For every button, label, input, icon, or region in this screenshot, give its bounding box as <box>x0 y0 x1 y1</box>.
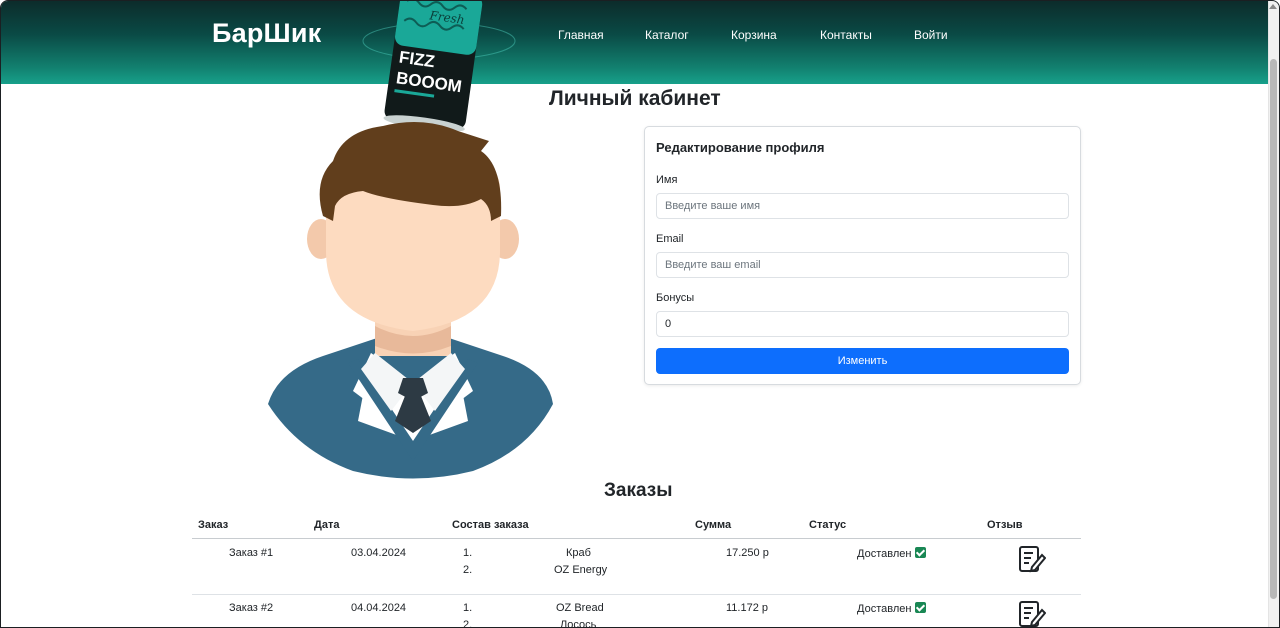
nav-item-catalog[interactable]: Каталог <box>645 28 689 42</box>
order-number: Заказ #1 <box>229 547 274 559</box>
site-header: БарШик Главная Каталог Корзина Контакты … <box>1 1 1279 84</box>
scroll-thumb[interactable] <box>1270 59 1277 599</box>
order-item: OZ Bread <box>556 602 604 614</box>
user-avatar <box>263 121 563 481</box>
order-item: OZ Energy <box>554 564 608 576</box>
order-sum: 17.250 р <box>726 547 769 559</box>
bonus-label: Бонусы <box>656 292 695 304</box>
check-square-icon <box>915 602 927 613</box>
nav-item-login[interactable]: Войти <box>914 28 948 42</box>
order-item: Лосось <box>560 619 597 628</box>
page-title: Личный кабинет <box>549 87 721 110</box>
item-number: 1. <box>463 547 473 559</box>
name-input[interactable] <box>656 193 1069 219</box>
bonus-input[interactable] <box>656 311 1069 337</box>
nav-item-home[interactable]: Главная <box>558 28 604 42</box>
name-label: Имя <box>656 174 678 186</box>
orders-title: Заказы <box>604 480 673 501</box>
column-header-date: Дата <box>314 519 340 531</box>
edit-document-icon[interactable] <box>1018 600 1047 627</box>
item-number: 2. <box>463 619 473 628</box>
scroll-up-arrow-icon[interactable] <box>1269 4 1277 9</box>
column-header-status: Статус <box>809 519 847 531</box>
column-header-review: Отзыв <box>987 519 1023 531</box>
order-date: 03.04.2024 <box>351 547 407 559</box>
nav-item-cart[interactable]: Корзина <box>731 28 777 42</box>
column-header-items: Состав заказа <box>452 519 529 531</box>
order-status-text: Доставлен <box>857 548 912 560</box>
order-status-text: Доставлен <box>857 603 912 615</box>
edit-document-icon[interactable] <box>1018 545 1047 575</box>
order-status: Доставлен <box>857 547 927 560</box>
product-can-image: Fresh FIZZ BOOOM <box>359 1 519 132</box>
profile-edit-card: Редактирование профиля Имя Email Бонусы … <box>644 126 1081 385</box>
order-status: Доставлен <box>857 602 927 615</box>
check-square-icon <box>915 547 927 558</box>
order-number: Заказ #2 <box>229 602 274 614</box>
row-divider <box>192 594 1081 595</box>
item-number: 1. <box>463 602 473 614</box>
column-header-sum: Сумма <box>695 519 732 531</box>
profile-card-title: Редактирование профиля <box>656 140 825 155</box>
item-number: 2. <box>463 564 473 576</box>
main-nav: Главная Каталог Корзина Контакты Войти <box>1 28 1279 44</box>
order-item: Краб <box>566 547 591 559</box>
browser-viewport: БарШик Главная Каталог Корзина Контакты … <box>0 0 1280 628</box>
page-scrollbar[interactable] <box>1268 1 1279 627</box>
nav-item-contacts[interactable]: Контакты <box>820 28 872 42</box>
order-date: 04.04.2024 <box>351 602 407 614</box>
table-header-divider <box>192 538 1081 539</box>
email-label: Email <box>656 233 684 245</box>
email-input[interactable] <box>656 252 1069 278</box>
order-sum: 11.172 р <box>726 602 769 614</box>
update-profile-button[interactable]: Изменить <box>656 348 1069 374</box>
column-header-order: Заказ <box>198 519 229 531</box>
